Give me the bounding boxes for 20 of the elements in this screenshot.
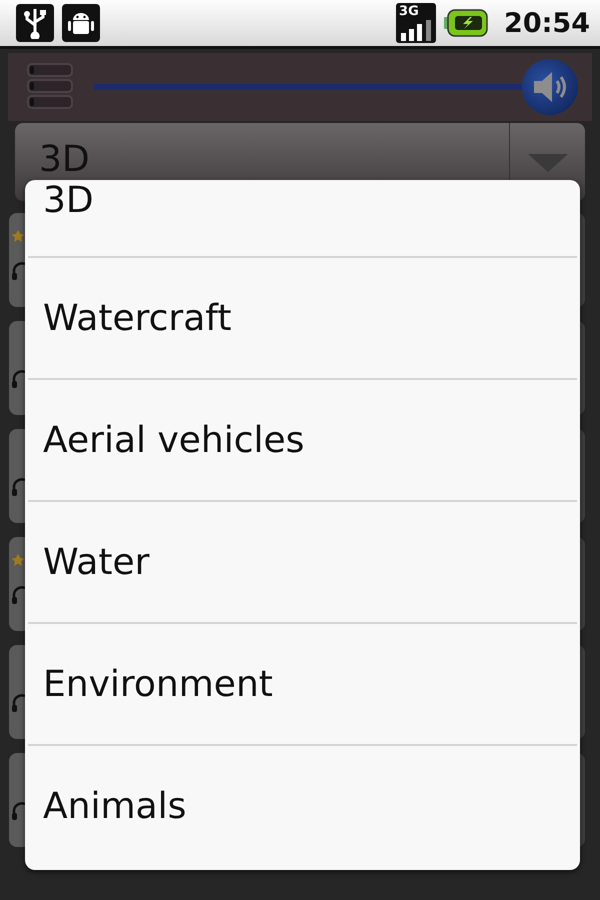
menu-icon[interactable] <box>26 62 76 112</box>
headphones-icon <box>11 369 25 389</box>
volume-slider[interactable] <box>94 59 578 115</box>
dropdown-option[interactable]: Environment <box>28 622 577 744</box>
status-time: 20:54 <box>504 8 590 38</box>
robot-icon <box>62 4 100 42</box>
headphones-icon <box>11 585 25 605</box>
headphones-icon <box>11 801 25 821</box>
caret-icon <box>528 152 568 172</box>
headphones-icon <box>11 693 25 713</box>
network-type-label: 3G <box>399 5 420 19</box>
dropdown-option[interactable]: Watercraft <box>28 256 577 378</box>
dropdown-option[interactable]: Water <box>28 500 577 622</box>
dropdown-option[interactable]: Aerial vehicles <box>28 378 577 500</box>
headphones-icon <box>11 261 25 281</box>
dropdown-option[interactable]: Animals <box>28 744 577 866</box>
signal-bars-icon <box>399 20 434 41</box>
headphones-icon <box>11 477 25 497</box>
battery-icon <box>444 8 488 38</box>
usb-icon <box>16 4 54 42</box>
